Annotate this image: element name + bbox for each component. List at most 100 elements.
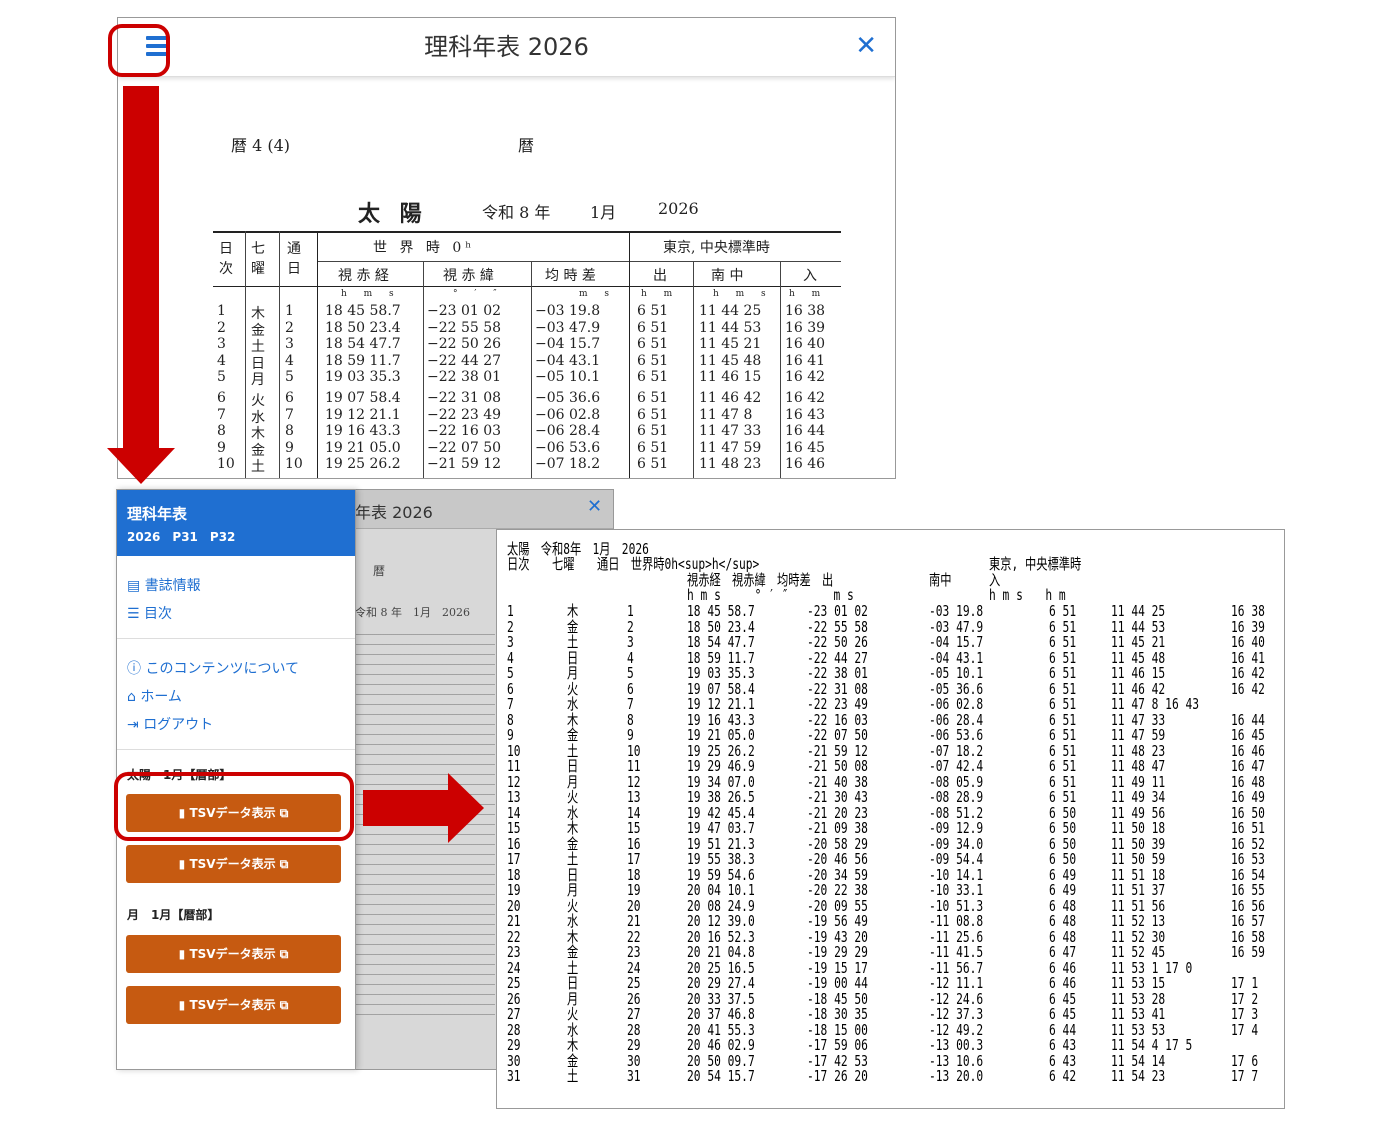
background-header-fragment: 令和 8 年 1月 2026 [355, 606, 470, 619]
scan-cell: 5 [285, 369, 294, 386]
scan-cell: 1 [217, 303, 226, 319]
scan-cell: −04 15.7 [535, 336, 601, 353]
scan-col-transit: 南 中 [711, 268, 744, 284]
scan-cell: 18 54 47.7 [325, 336, 401, 353]
scan-unit-ra: h m s [341, 289, 394, 299]
scan-cell: 11 45 48 [699, 352, 762, 369]
scan-cell: 土 [251, 459, 265, 476]
sidebar-link-home[interactable]: ⌂ ホーム [127, 686, 182, 706]
external-link-icon: ⧉ [279, 998, 289, 1012]
viewer-title: 理科年表 2026 [424, 33, 589, 61]
sidebar-link-label: ログアウト [143, 717, 214, 733]
tsv-cell: -13 20.0 [929, 1067, 984, 1085]
scan-cell: 19 25 26.2 [325, 456, 401, 473]
scan-table: 世 界 時 0ʰ 東京, 中央標準時 日次 七曜 通日 視 赤 経 視 赤 緯 … [213, 231, 841, 478]
tsv-cell: 6 42 [1049, 1067, 1077, 1085]
scan-cell: −05 36.6 [535, 390, 601, 406]
scan-cell: 6 51 [637, 369, 669, 386]
scan-unit-eot: m s [579, 289, 610, 299]
sidebar-link-bibliography[interactable]: ▤ 書誌情報 [127, 575, 201, 595]
scan-month: 1月 [590, 203, 617, 222]
scan-cell: 5 [217, 369, 226, 386]
tsv-cell: 31 [627, 1067, 641, 1085]
scan-cell: 6 51 [637, 456, 669, 473]
scan-cell: 11 46 15 [699, 369, 762, 386]
sidebar-link-toc[interactable]: ☰ 目次 [127, 603, 172, 623]
sidebar-link-label: 目次 [144, 606, 173, 622]
scan-cell: 3 [285, 336, 294, 353]
scan-cell: 4 [285, 352, 294, 369]
external-link-icon: ⧉ [279, 857, 289, 871]
sidebar-link-logout[interactable]: ⇥ ログアウト [127, 714, 213, 734]
scan-cell: −22 23 49 [427, 406, 502, 423]
tsv-button-label: TSVデータ表示 [189, 998, 276, 1012]
close-icon[interactable]: ✕ [855, 31, 877, 61]
external-link-icon: ⧉ [279, 947, 289, 961]
scan-section-label: 暦 [518, 136, 535, 155]
scan-cell: 11 44 53 [699, 319, 762, 336]
scan-cell: 16 39 [785, 319, 826, 336]
tsv-cell: 11 54 23 [1111, 1067, 1166, 1085]
scan-cell: −04 43.1 [535, 352, 601, 369]
scan-cell: 6 51 [637, 319, 669, 336]
scan-cell: −07 18.2 [535, 456, 601, 473]
scan-cell: 19 16 43.3 [325, 423, 401, 440]
book-icon: ▤ [127, 578, 141, 594]
scan-col-set: 入 [803, 268, 817, 284]
scan-cell: 16 40 [785, 336, 826, 353]
scan-cell: 1 [285, 303, 294, 319]
scan-cell: 月 [251, 372, 265, 389]
scan-cell: −06 28.4 [535, 423, 601, 440]
scan-cell: 19 03 35.3 [325, 369, 401, 386]
scan-cell: 16 42 [785, 390, 826, 406]
scan-cell: 19 21 05.0 [325, 439, 401, 456]
scan-cell: −03 47.9 [535, 319, 601, 336]
scan-cell: 6 51 [637, 423, 669, 440]
background-viewer-title: 年表 2026 [355, 503, 433, 522]
tsv-button-highlight [114, 772, 354, 841]
scan-cell: 6 51 [637, 352, 669, 369]
tsv-view-button-moon-2[interactable]: ▮ TSVデータ表示 ⧉ [126, 986, 341, 1024]
tsv-view-button-sun-2[interactable]: ▮ TSVデータ表示 ⧉ [126, 845, 341, 883]
scan-cell: 16 46 [785, 456, 826, 473]
sidebar-link-about[interactable]: ⓘ このコンテンツについて [127, 658, 299, 678]
background-close-icon: ✕ [587, 496, 603, 517]
scan-cell: 9 [285, 439, 294, 456]
scan-cell: 3 [217, 336, 226, 353]
tsv-line-3b: 南中 [929, 571, 952, 589]
scan-era: 令和 8 年 [482, 203, 551, 222]
scan-cell: 11 47 33 [699, 423, 762, 440]
scan-cell: 11 47 59 [699, 439, 762, 456]
file-icon: ▮ [178, 857, 186, 871]
tsv-cell: 16 59 [1231, 943, 1265, 961]
home-icon: ⌂ [127, 689, 136, 705]
scan-cell: −22 07 50 [427, 439, 502, 456]
scan-cell: 7 [217, 406, 226, 423]
arrow-right-head-icon [448, 773, 484, 843]
scan-cell: 9 [217, 439, 226, 456]
tsv-cell: 16 42 [1231, 679, 1265, 698]
tsv-cell: 土 [567, 1067, 579, 1085]
scan-cell: −22 31 08 [427, 390, 502, 406]
sidebar-divider [117, 638, 355, 639]
scan-rows: 1 木 1 18 45 58.7 −23 01 02 −03 19.8 6 51 11 44 … [213, 303, 841, 478]
scan-cell: 18 45 58.7 [325, 303, 401, 319]
scan-cell: 16 45 [785, 439, 826, 456]
sidebar-link-label: ホーム [140, 689, 182, 705]
scan-cell: 6 51 [637, 406, 669, 423]
scan-year: 2026 [658, 199, 699, 218]
scan-cell: 11 48 23 [699, 456, 762, 473]
scan-cell: 11 46 42 [699, 390, 762, 406]
sidebar-link-label: このコンテンツについて [145, 661, 300, 677]
scan-col-eot: 均 時 差 [545, 268, 596, 284]
scan-col-dayofyear: 通日 [287, 241, 301, 277]
scan-cell: 11 44 25 [699, 303, 762, 319]
scan-cell: 18 59 11.7 [325, 352, 401, 369]
scan-cell: −22 16 03 [427, 423, 502, 440]
scan-cell: 10 [285, 456, 303, 473]
tsv-view-button-moon-1[interactable]: ▮ TSVデータ表示 ⧉ [126, 935, 341, 973]
tsv-cell: -17 26 20 [807, 1067, 868, 1085]
scan-cell: −06 02.8 [535, 406, 601, 423]
scan-cell: −22 55 58 [427, 319, 502, 336]
section-label-moon: 月 1月【暦部】 [127, 908, 220, 922]
